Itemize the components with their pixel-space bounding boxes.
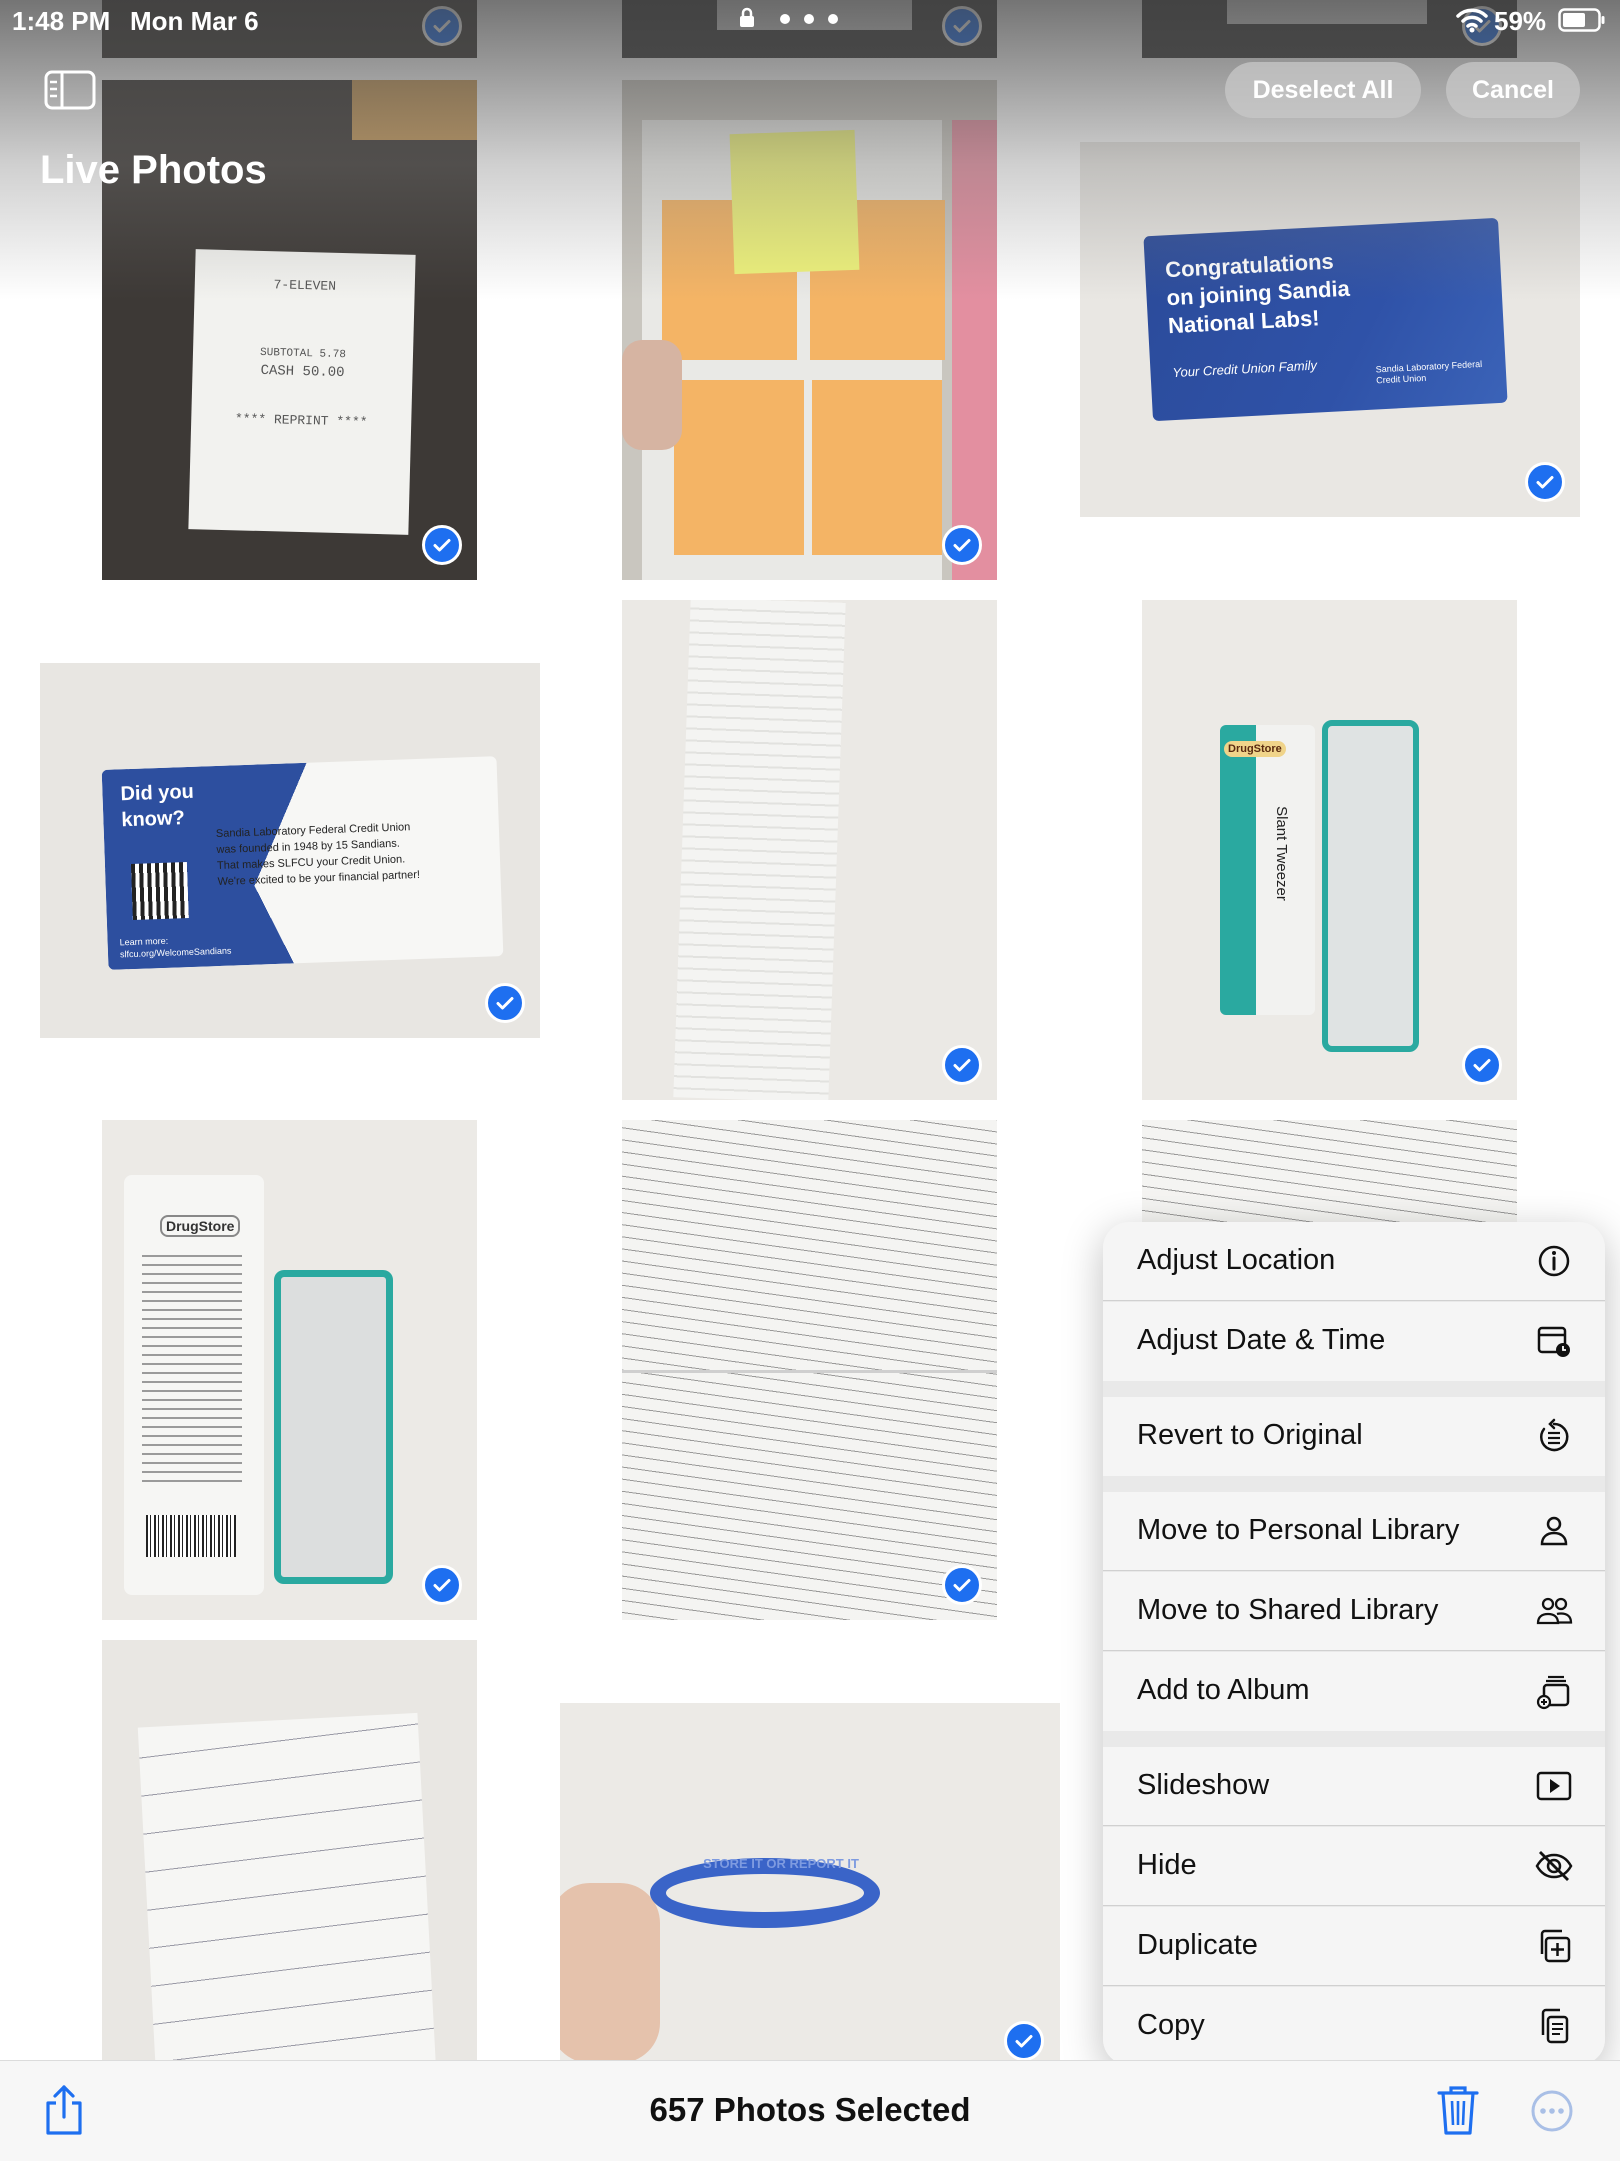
- selected-check-icon: [942, 1045, 982, 1085]
- tweezer-card: DrugStore Slant Tweezer: [1220, 725, 1315, 1015]
- bottom-toolbar: 657 Photos Selected: [0, 2060, 1620, 2161]
- revert-icon: [1535, 1417, 1573, 1455]
- lock-icon: [736, 6, 758, 28]
- cancel-button[interactable]: Cancel: [1446, 62, 1580, 118]
- status-time: 1:48 PM: [12, 6, 111, 36]
- menu-item-adjust-date-time[interactable]: Adjust Date & Time: [1103, 1302, 1605, 1381]
- photo-handwritten-letter[interactable]: [102, 1640, 477, 2060]
- tweezer-case: [1322, 720, 1419, 1052]
- context-menu: Adjust Location Adjust Date & Time Rever…: [1103, 1222, 1605, 2065]
- selected-check-icon: [485, 983, 525, 1023]
- photo-blue-wristband[interactable]: STORE IT OR REPORT IT: [560, 1703, 1060, 2060]
- selected-check-icon: [422, 1565, 462, 1605]
- wristband: STORE IT OR REPORT IT: [650, 1856, 880, 1928]
- page-title: Live Photos: [40, 148, 267, 192]
- letter-paper: [137, 1712, 437, 2060]
- selected-check-icon: [1525, 462, 1565, 502]
- menu-item-copy[interactable]: Copy: [1103, 1987, 1605, 2065]
- battery-icon: [1558, 8, 1606, 32]
- photo-top-partial-2[interactable]: [622, 0, 997, 58]
- photo-handwritten-notes-partial[interactable]: [1142, 1120, 1517, 1230]
- wifi-icon: [1456, 6, 1488, 34]
- selected-check-icon: [1004, 2021, 1044, 2060]
- menu-item-adjust-location[interactable]: Adjust Location: [1103, 1222, 1605, 1301]
- menu-item-move-to-shared-library[interactable]: Move to Shared Library: [1103, 1572, 1605, 1651]
- duplicate-icon: [1535, 1927, 1573, 1965]
- photo-drugstore-tweezer-front[interactable]: DrugStore Slant Tweezer: [1142, 600, 1517, 1100]
- selected-check-icon: [1462, 1045, 1502, 1085]
- calendar-clock-icon: [1535, 1322, 1573, 1360]
- menu-item-slideshow[interactable]: Slideshow: [1103, 1747, 1605, 1826]
- card: Congratulations on joining Sandia Nation…: [1143, 217, 1508, 422]
- person-icon: [1535, 1512, 1573, 1550]
- selected-check-icon: [422, 525, 462, 565]
- menu-item-hide[interactable]: Hide: [1103, 1827, 1605, 1906]
- photo-sticky-notes[interactable]: [622, 80, 997, 580]
- more-options-icon[interactable]: [1530, 2089, 1574, 2133]
- tweezer-case: [274, 1270, 393, 1584]
- people-icon: [1535, 1592, 1573, 1630]
- menu-item-revert-to-original[interactable]: Revert to Original: [1103, 1397, 1605, 1476]
- card-back: Did you know? Sandia Laboratory Federal …: [101, 756, 504, 970]
- selection-count: 657 Photos Selected: [649, 2091, 971, 2128]
- battery-percentage: 59%: [1494, 6, 1547, 36]
- trash-icon[interactable]: [1436, 2083, 1480, 2137]
- copy-icon: [1535, 2007, 1573, 2045]
- multitasking-dots-icon[interactable]: [780, 14, 840, 24]
- receipt-strip: [673, 600, 846, 1100]
- status-date: Mon Mar 6: [130, 6, 259, 36]
- photo-drugstore-tweezer-back[interactable]: DrugStore: [102, 1120, 477, 1620]
- deselect-all-button[interactable]: Deselect All: [1225, 62, 1421, 118]
- menu-item-duplicate[interactable]: Duplicate: [1103, 1907, 1605, 1986]
- sidebar-toggle-icon[interactable]: [44, 70, 96, 110]
- menu-item-move-to-personal-library[interactable]: Move to Personal Library: [1103, 1492, 1605, 1571]
- photo-handwritten-notes[interactable]: [622, 1120, 997, 1620]
- menu-item-add-to-album[interactable]: Add to Album: [1103, 1652, 1605, 1731]
- receipt-paper: 7-ELEVEN SUBTOTAL 5.78 CASH 50.00 **** R…: [188, 249, 416, 535]
- photo-slfcu-card-back[interactable]: Did you know? Sandia Laboratory Federal …: [40, 663, 540, 1038]
- eye-slash-icon: [1535, 1847, 1573, 1885]
- photo-long-receipt[interactable]: [622, 600, 997, 1100]
- info-location-icon: [1535, 1242, 1573, 1280]
- play-icon: [1535, 1767, 1573, 1805]
- tweezer-card-back: DrugStore: [124, 1175, 264, 1595]
- photo-slfcu-card-front[interactable]: Congratulations on joining Sandia Nation…: [1080, 142, 1580, 517]
- hand: [560, 1883, 660, 2060]
- selected-check-icon: [942, 525, 982, 565]
- add-album-icon: [1535, 1672, 1573, 1710]
- selected-check-icon: [422, 6, 462, 46]
- selected-check-icon: [942, 1565, 982, 1605]
- selected-check-icon: [942, 6, 982, 46]
